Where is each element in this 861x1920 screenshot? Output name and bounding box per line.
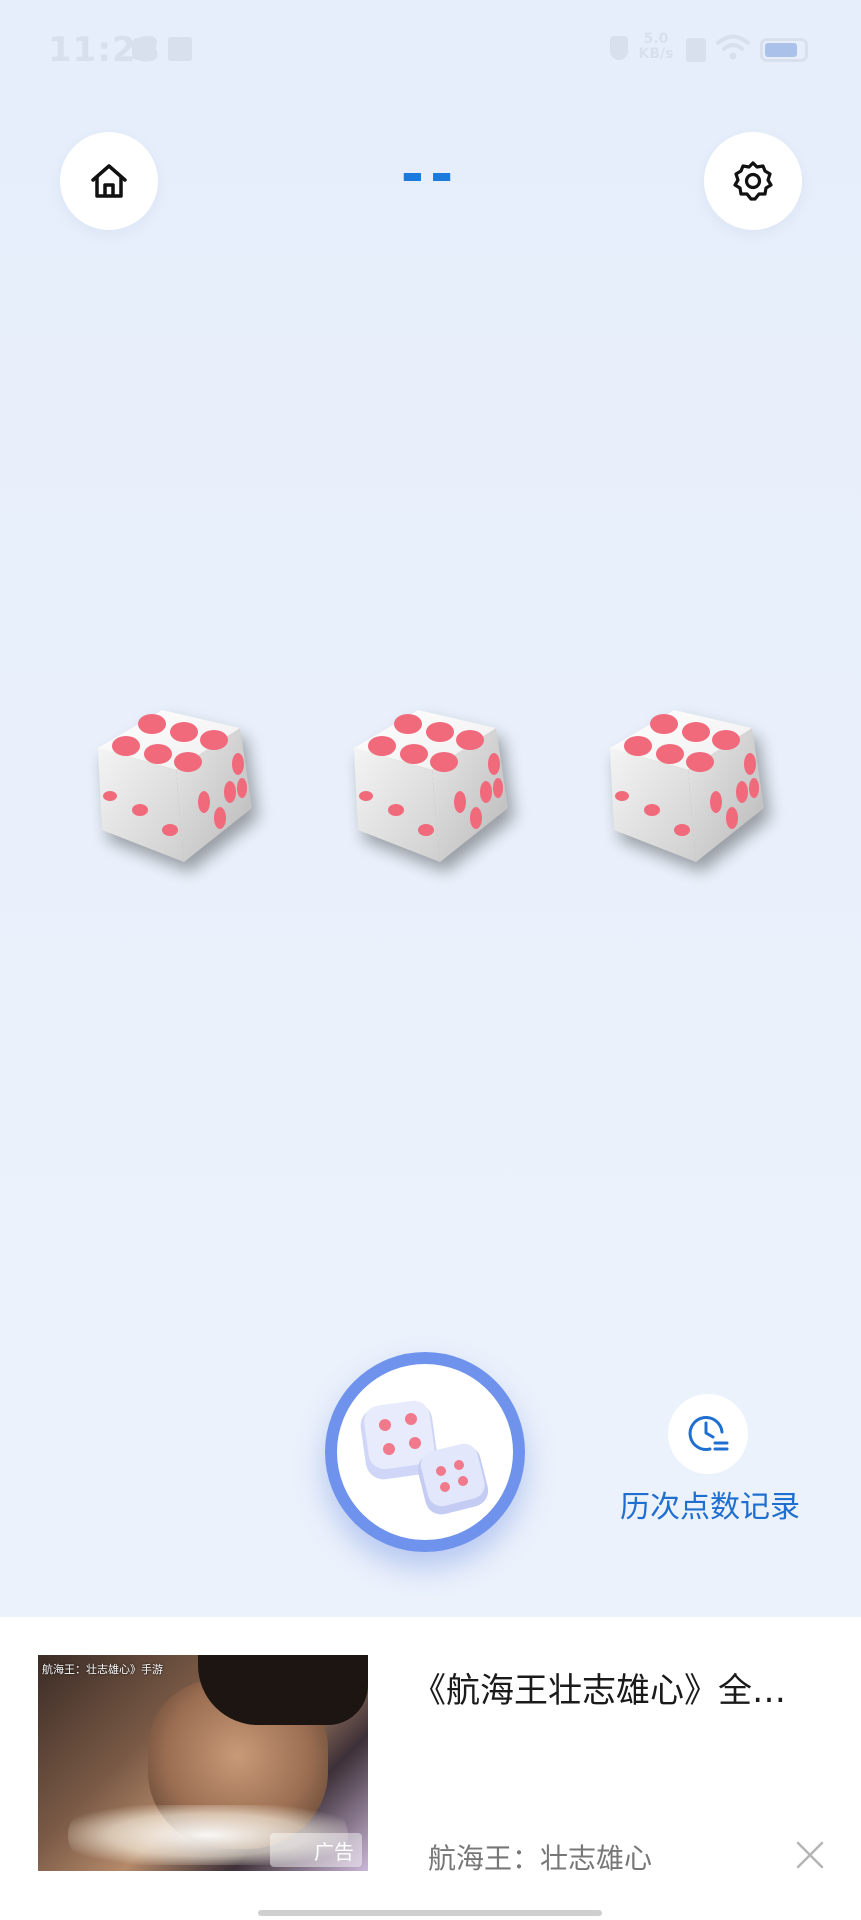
shield-icon <box>610 36 628 60</box>
close-icon[interactable] <box>794 1839 826 1871</box>
clock-list-icon <box>688 1416 729 1451</box>
ad-card[interactable]: 航海王：壮志雄心》手游 广告 《航海王壮志雄心》全… 航海王：壮志雄心 <box>0 1617 861 1920</box>
gear-icon <box>733 161 773 201</box>
settings-button[interactable] <box>704 132 802 230</box>
home-icon <box>91 164 127 198</box>
die-3 <box>610 710 764 862</box>
wifi-icon <box>716 34 750 66</box>
sim-icon <box>686 38 706 62</box>
ad-tag-label: 广告 <box>314 1839 354 1864</box>
ad-subtitle[interactable]: 航海王：壮志雄心 <box>428 1837 652 1877</box>
home-indicator[interactable] <box>258 1910 602 1916</box>
die-1 <box>98 710 252 862</box>
ad-thumbnail[interactable]: 航海王：壮志雄心》手游 广告 <box>38 1655 368 1871</box>
score-display: -- <box>400 142 460 207</box>
die-2 <box>354 710 508 862</box>
history-button[interactable] <box>668 1394 748 1474</box>
status-bar: 11:23 5.0 KB/s <box>0 0 861 100</box>
battery-icon <box>760 38 808 62</box>
network-speed: 5.0 KB/s <box>638 31 674 62</box>
roll-dice-button[interactable] <box>325 1352 525 1552</box>
home-button[interactable] <box>60 132 158 230</box>
history-label[interactable]: 历次点数记录 <box>600 1482 820 1526</box>
ad-thumb-caption: 航海王：壮志雄心》手游 <box>42 1663 163 1676</box>
ad-character-hair <box>198 1655 368 1725</box>
message-notification-icon <box>132 38 156 60</box>
save-notification-icon <box>168 37 192 61</box>
dice-pair-icon <box>360 1400 489 1515</box>
ad-title[interactable]: 《航海王壮志雄心》全… <box>412 1663 812 1712</box>
ad-tag: 广告 <box>270 1833 362 1867</box>
